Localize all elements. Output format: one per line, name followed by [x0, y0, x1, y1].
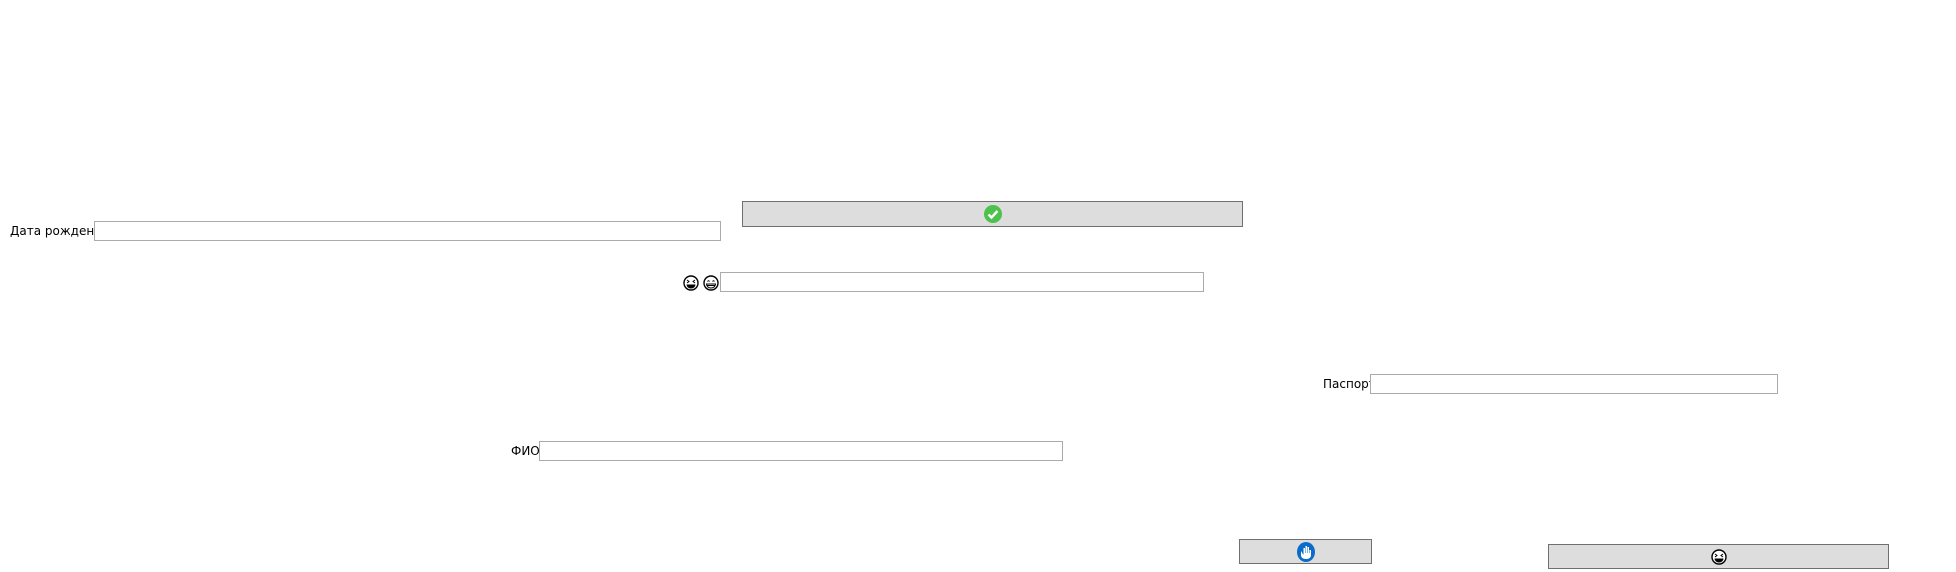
emoji-input[interactable] — [720, 272, 1204, 292]
full-name-input[interactable] — [539, 441, 1063, 461]
check-circle-icon — [983, 204, 1003, 224]
confirm-button[interactable] — [742, 201, 1243, 227]
full-name-label: ФИО — [511, 444, 540, 458]
hand-button[interactable] — [1239, 539, 1372, 564]
grinning-squint-face-icon — [1710, 548, 1727, 565]
grinning-squint-face-icon — [683, 275, 699, 291]
emoji-button[interactable] — [1548, 544, 1889, 569]
grinning-face-icon — [703, 275, 719, 291]
passport-input[interactable] — [1370, 374, 1778, 394]
passport-label: Паспорт — [1323, 377, 1376, 391]
hand-icon — [1296, 541, 1316, 563]
birth-date-input[interactable] — [94, 221, 721, 241]
